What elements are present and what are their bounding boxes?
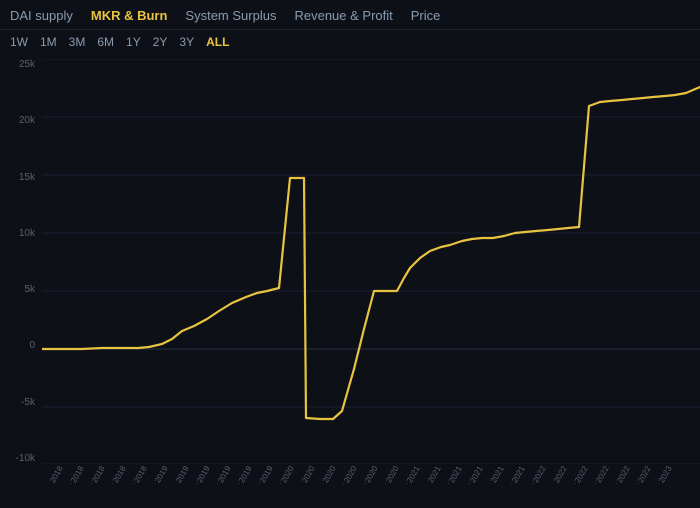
- x-label-may19: May 2019: [186, 464, 212, 484]
- time-1y[interactable]: 1Y: [126, 35, 141, 49]
- time-2y[interactable]: 2Y: [153, 35, 168, 49]
- chart-line: [42, 87, 700, 419]
- y-label-15k: 15k: [0, 172, 40, 183]
- y-label-0: 0: [0, 340, 40, 351]
- tab-mkr-burn[interactable]: MKR & Burn: [91, 6, 168, 25]
- y-label-20k: 20k: [0, 115, 40, 126]
- x-label-jul19: July 2019: [208, 464, 233, 484]
- y-label-neg5k: -5k: [0, 397, 40, 408]
- x-label-may18: May 2018: [60, 464, 86, 484]
- tab-price[interactable]: Price: [411, 6, 441, 25]
- chart-area: 25k 20k 15k 10k 5k 0 -5k -10k January 20…: [0, 54, 700, 484]
- x-label-jul21: July 2021: [460, 464, 485, 484]
- y-label-5k: 5k: [0, 284, 40, 295]
- x-label-jul18: July 2018: [82, 464, 107, 484]
- time-3m[interactable]: 3M: [69, 35, 86, 49]
- x-label-mar18: March 2018: [42, 464, 65, 484]
- x-label-jul20: July 2020: [334, 464, 359, 484]
- time-3y[interactable]: 3Y: [179, 35, 194, 49]
- y-label-25k: 25k: [0, 59, 40, 70]
- time-1m[interactable]: 1M: [40, 35, 57, 49]
- tab-system-surplus[interactable]: System Surplus: [185, 6, 276, 25]
- x-axis: January 2018 March 2018 May 2018 July 20…: [42, 464, 700, 484]
- chart-svg: [42, 59, 700, 464]
- tab-dai-supply[interactable]: DAI supply: [10, 6, 73, 25]
- x-label-may21: May 2021: [438, 464, 464, 484]
- x-label-may22: May 2022: [564, 464, 590, 484]
- time-all[interactable]: ALL: [206, 35, 229, 49]
- y-label-10k: 10k: [0, 228, 40, 239]
- x-label-jan18: January 2018: [42, 464, 44, 484]
- x-label-may20: May 2020: [312, 464, 338, 484]
- y-label-neg10k: -10k: [0, 453, 40, 464]
- nav-tabs: DAI supply MKR & Burn System Surplus Rev…: [0, 0, 700, 30]
- time-6m[interactable]: 6M: [97, 35, 114, 49]
- time-filters: 1W 1M 3M 6M 1Y 2Y 3Y ALL: [0, 30, 700, 54]
- time-1w[interactable]: 1W: [10, 35, 28, 49]
- tab-revenue-profit[interactable]: Revenue & Profit: [294, 6, 392, 25]
- x-label-jul22: July 2022: [586, 464, 611, 484]
- y-axis: 25k 20k 15k 10k 5k 0 -5k -10k: [0, 54, 40, 484]
